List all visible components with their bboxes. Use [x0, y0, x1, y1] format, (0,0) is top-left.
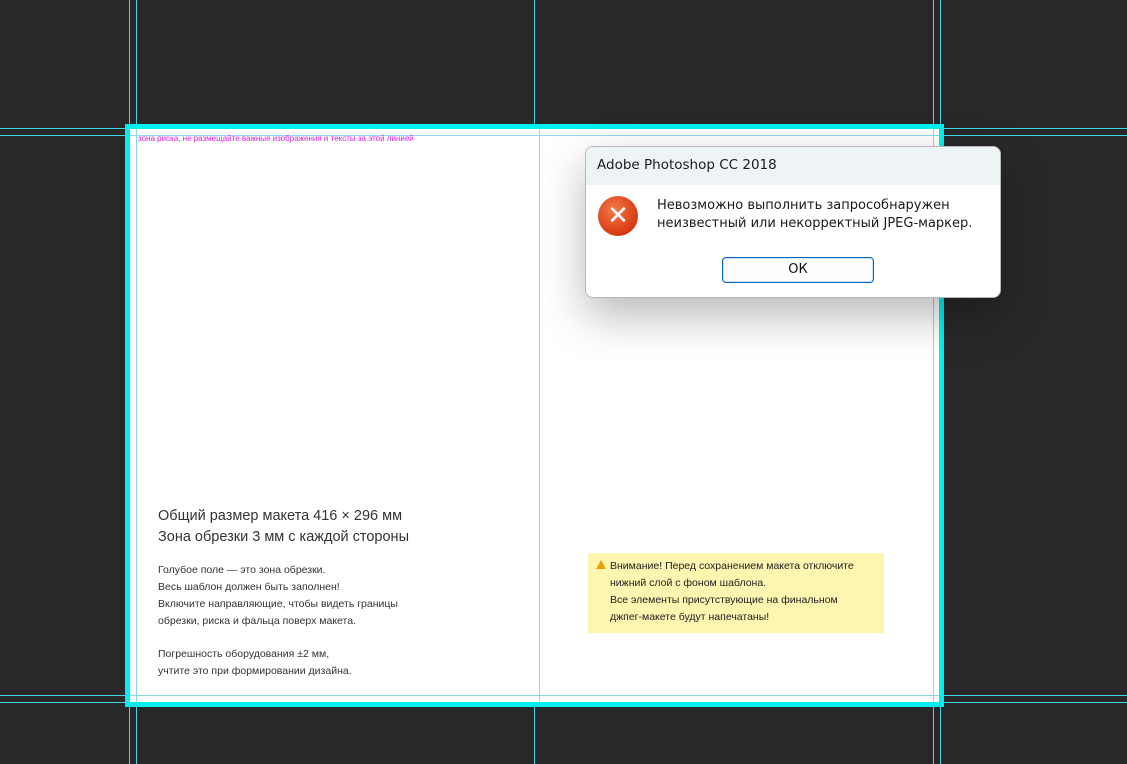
info-paragraph: Погрешность оборудования ±2 мм, учтите э… [158, 648, 352, 677]
risk-line-bottom [130, 695, 939, 696]
warning-icon [596, 560, 606, 569]
error-icon: ✕ [598, 196, 638, 236]
risk-zone-note: зона риска, не размещайте важные изображ… [138, 134, 414, 143]
ok-button[interactable]: ОК [722, 257, 874, 283]
error-dialog: Adobe Photoshop CC 2018 ✕ Невозможно вып… [585, 146, 1001, 298]
dialog-body: ✕ Невозможно выполнить запрособнаружен н… [586, 185, 1000, 249]
canvas-area[interactable]: зона риска, не размещайте важные изображ… [0, 0, 1127, 764]
risk-line-left [136, 129, 137, 702]
warning-note: Внимание! Перед сохранением макета отклю… [588, 553, 884, 633]
error-message: Невозможно выполнить запрособнаружен неи… [657, 198, 973, 231]
layout-info: Общий размер макета 416 × 296 мм Зона об… [158, 506, 518, 680]
info-paragraph: Голубое поле — это зона обрезки. Весь ша… [158, 564, 398, 627]
info-title: Общий размер макета 416 × 296 мм Зона об… [158, 508, 409, 545]
dialog-title[interactable]: Adobe Photoshop CC 2018 [586, 147, 1000, 185]
fold-line [539, 129, 540, 702]
